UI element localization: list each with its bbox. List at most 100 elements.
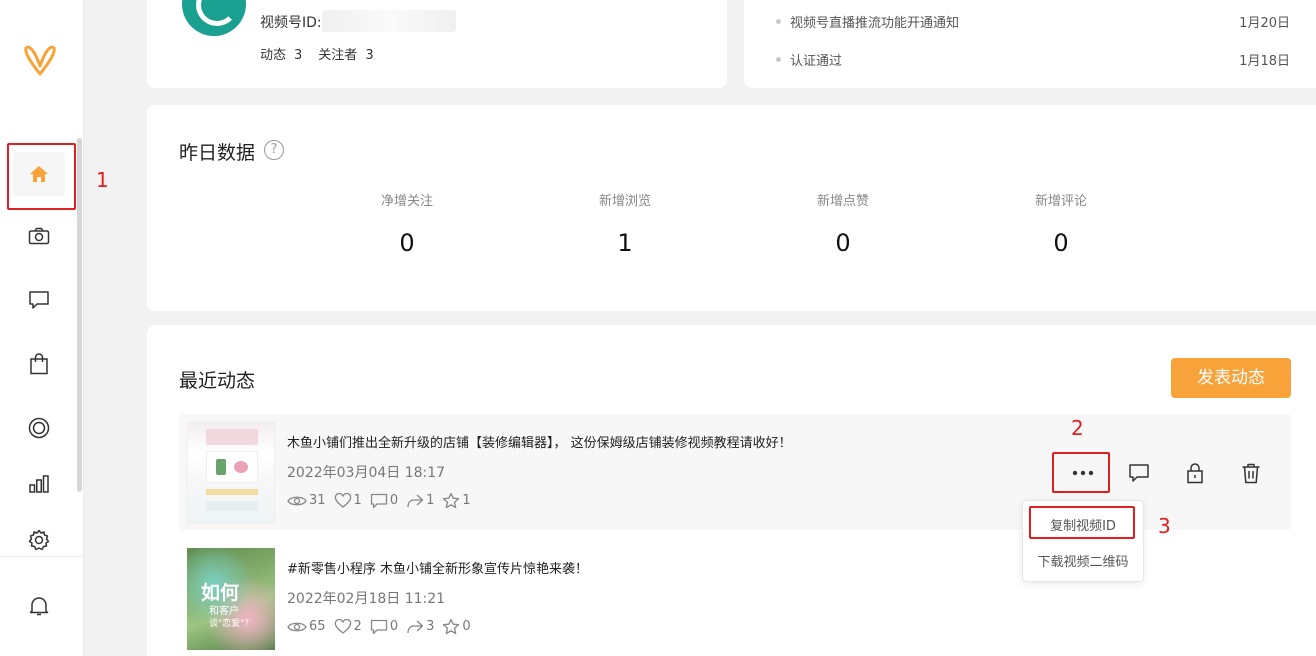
notice-text: 视频号直播推流功能开通通知: [790, 16, 960, 31]
nav-notifications[interactable]: [13, 586, 65, 626]
post-time: 2022年03月04日 18:17: [287, 465, 446, 481]
comment-icon: [370, 493, 387, 508]
comment-icon: [1129, 464, 1149, 482]
nav-live[interactable]: [13, 408, 65, 448]
stat-value: 0: [1053, 229, 1069, 257]
chart-icon: [29, 475, 49, 493]
thumb-text: 如何: [201, 582, 240, 604]
metric-shares: 1: [406, 493, 434, 509]
metric-favs: 1: [442, 492, 471, 509]
post-time: 2022年02月18日 11:21: [287, 591, 446, 607]
star-icon: [443, 618, 460, 635]
metric-views: 31: [287, 493, 326, 508]
sidebar-divider: [0, 556, 84, 557]
comment-button[interactable]: [1125, 459, 1153, 487]
post-metrics: 65 2 0 3 0: [287, 618, 479, 635]
eye-icon: [287, 622, 307, 631]
lock-icon: [1187, 463, 1203, 484]
posts-label: 动态: [260, 48, 287, 63]
comments-count: 0: [389, 493, 399, 508]
publish-post-button[interactable]: 发表动态: [1171, 358, 1291, 398]
notice-date: 1月18日: [1239, 54, 1290, 69]
message-icon: [29, 291, 49, 309]
annotation-number-2: 2: [1071, 416, 1084, 440]
metric-shares: 3: [406, 619, 434, 635]
bullet-icon: [776, 57, 781, 62]
bag-icon: [30, 353, 48, 375]
followers-label: 关注者: [318, 48, 358, 63]
stat-new-likes: 新增点赞 0: [783, 190, 903, 257]
shares-count: 3: [426, 619, 435, 634]
stat-new-views: 新增浏览 1: [565, 190, 685, 257]
views-count: 65: [309, 619, 326, 634]
star-icon: [443, 492, 460, 509]
thumb-text: 和客户: [209, 606, 239, 617]
target-icon: [28, 417, 50, 439]
bell-icon: [29, 597, 49, 616]
nav-settings[interactable]: [13, 520, 65, 560]
stat-label: 新增点赞: [816, 194, 869, 209]
post-thumbnail[interactable]: [187, 422, 275, 524]
profile-id-label: 视频号ID:: [260, 15, 322, 31]
eye-icon: [287, 496, 307, 505]
delete-button[interactable]: [1237, 459, 1265, 487]
annotation-box-1: [7, 143, 76, 210]
bullet-icon: [776, 19, 781, 24]
metric-likes: 2: [334, 618, 362, 635]
annotation-box-3: [1029, 506, 1135, 539]
followers-count: 3: [365, 48, 374, 63]
thumb-footer: [206, 501, 258, 511]
nav-camera[interactable]: [13, 216, 65, 256]
shares-count: 1: [426, 493, 435, 508]
post-title[interactable]: #新零售小程序 木鱼小铺全新形象宣传片惊艳来袭！: [287, 558, 588, 577]
sidebar: [0, 0, 84, 656]
comments-count: 0: [389, 619, 399, 634]
notice-item[interactable]: 视频号直播推流功能开通通知: [776, 12, 959, 31]
share-icon: [407, 494, 424, 507]
notice-date: 1月20日: [1239, 16, 1290, 31]
metric-favs: 0: [442, 618, 471, 635]
yesterday-data-card: [147, 105, 1316, 311]
stat-value: 1: [617, 229, 633, 257]
stat-value: 0: [399, 229, 415, 257]
camera-icon: [28, 227, 50, 245]
privacy-button[interactable]: [1181, 459, 1209, 487]
help-icon[interactable]: ?: [264, 140, 284, 160]
thumb-plant: [216, 459, 226, 475]
thumb-panel: [206, 451, 258, 483]
annotation-number-1: 1: [96, 168, 109, 192]
heart-icon: [334, 618, 351, 634]
nav-shop[interactable]: [13, 344, 65, 384]
thumb-banner: [206, 429, 258, 445]
annotation-box-2: [1052, 452, 1110, 493]
notice-text: 认证通过: [790, 54, 843, 69]
thumb-text: 谈"恋爱"?: [209, 619, 250, 629]
profile-stats: 动态 3 关注者 3: [260, 44, 382, 63]
metric-comments: 0: [370, 619, 398, 635]
sidebar-scrollbar[interactable]: [77, 138, 82, 492]
share-icon: [407, 620, 424, 633]
likes-count: 1: [353, 493, 362, 508]
views-count: 31: [309, 493, 326, 508]
heart-icon: [334, 492, 351, 508]
post-thumbnail[interactable]: 如何 和客户 谈"恋爱"?: [187, 548, 275, 650]
thumb-strip: [206, 489, 258, 495]
stat-label: 净增关注: [380, 194, 433, 209]
thumb-flower: [234, 461, 248, 473]
post-title[interactable]: 木鱼小铺们推出全新升级的店铺【装修编辑器】， 这份保姆级店铺装修视频教程请收好！: [287, 432, 792, 451]
gear-icon: [28, 529, 50, 551]
stat-net-followers: 净增关注 0: [347, 190, 467, 257]
stat-new-comments: 新增评论 0: [1001, 190, 1121, 257]
nav-data[interactable]: [13, 464, 65, 504]
likes-count: 2: [353, 619, 362, 634]
comment-icon: [370, 619, 387, 634]
download-qr-code-item[interactable]: 下载视频二维码: [1023, 551, 1143, 570]
favs-count: 0: [462, 619, 471, 634]
metric-likes: 1: [334, 492, 362, 509]
nav-messages[interactable]: [13, 280, 65, 320]
yesterday-data-title: 昨日数据: [179, 142, 256, 164]
profile-id-value-redacted: [322, 10, 456, 32]
metric-views: 65: [287, 619, 326, 634]
notice-item[interactable]: 认证通过: [776, 50, 842, 69]
logo-icon: [24, 45, 56, 76]
